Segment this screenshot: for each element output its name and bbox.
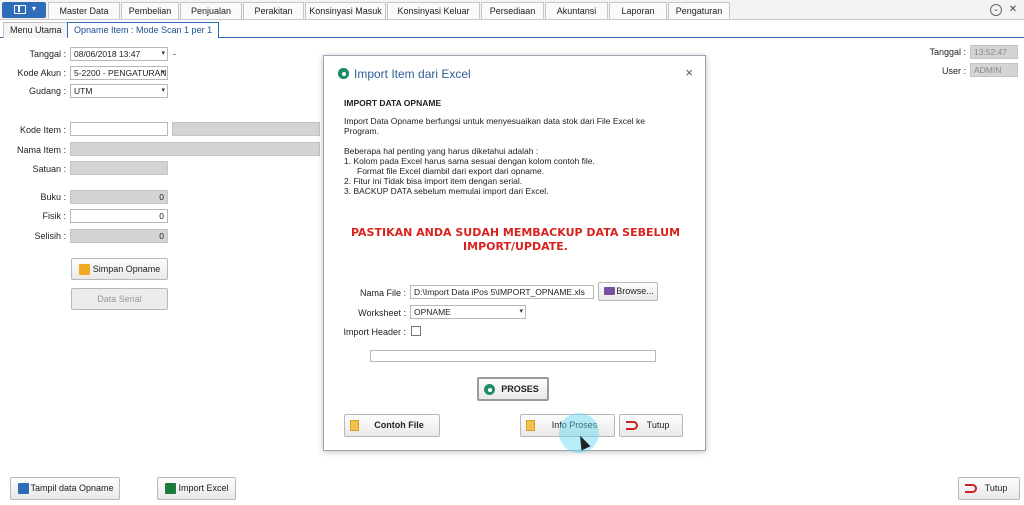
progress-bar (370, 350, 656, 362)
close-icon[interactable]: × (685, 65, 693, 80)
import-header-label: Import Header : (343, 327, 406, 337)
tanggal-value: 08/06/2018 13:47 (74, 49, 141, 59)
simpan-opname-button[interactable]: Simpan Opname (71, 258, 168, 280)
menu-penjualan[interactable]: Penjualan (180, 2, 242, 19)
excel-icon (165, 483, 176, 494)
tanggal-field[interactable]: 08/06/2018 13:47 ▾ (70, 47, 168, 61)
backup-warning: PASTIKAN ANDA SUDAH MEMBACKUP DATA SEBEL… (334, 226, 697, 254)
tutup-main-button[interactable]: Tutup (958, 477, 1020, 500)
folder-icon (604, 287, 615, 295)
dialog-note-2: 2. Fitur ini Tidak bisa import item deng… (344, 176, 523, 186)
kode-akun-value: 5-2200 - PENGATURAN (74, 68, 167, 78)
worksheet-select[interactable]: OPNAME ▾ (410, 305, 526, 319)
selisih-label: Selisih : (34, 231, 66, 241)
right-tanggal-value: 13:52:47 (970, 45, 1018, 59)
nama-item-field (70, 142, 320, 156)
fisik-input[interactable]: 0 (70, 209, 168, 223)
warning-line-2: IMPORT/UPDATE. (463, 240, 568, 253)
kode-item-input[interactable] (70, 122, 168, 136)
tab-strip: Menu Utama Opname Item : Mode Scan 1 per… (0, 21, 1024, 38)
contoh-file-button[interactable]: Contoh File (344, 414, 440, 437)
fisik-label: Fisik : (42, 211, 67, 221)
warning-line-1: PASTIKAN ANDA SUDAH MEMBACKUP DATA SEBEL… (350, 226, 681, 239)
tutup-dialog-button[interactable]: Tutup (619, 414, 683, 437)
document-icon (526, 420, 535, 431)
worksheet-value: OPNAME (414, 307, 451, 317)
chevron-down-icon: ▾ (161, 87, 165, 94)
dialog-note-3: 3. BACKUP DATA sebelum memulai import da… (344, 186, 549, 196)
kode-akun-label: Kode Akun : (17, 68, 66, 78)
tab-menu-utama[interactable]: Menu Utama (3, 22, 69, 38)
exit-icon (965, 484, 977, 493)
dialog-note-1b: Format file Excel diambil dari export da… (357, 166, 545, 176)
menu-pengaturan[interactable]: Pengaturan (668, 2, 730, 19)
tab-opname-item[interactable]: Opname Item : Mode Scan 1 per 1 (67, 22, 220, 38)
gudang-value: UTM (74, 86, 93, 96)
user-value: ADMIN (970, 63, 1018, 77)
menu-master-data[interactable]: Master Data (48, 2, 120, 19)
selisih-field: 0 (70, 229, 168, 243)
import-dialog: Import Item dari Excel × IMPORT DATA OPN… (323, 55, 706, 451)
simpan-opname-label: Simpan Opname (92, 264, 161, 274)
buku-field: 0 (70, 190, 168, 204)
tampil-data-label: Tampil data Opname (30, 483, 114, 493)
save-icon (79, 264, 90, 275)
tutup-dialog-label: Tutup (646, 420, 670, 430)
data-serial-button[interactable]: Data Serial (71, 288, 168, 310)
gudang-label: Gudang : (28, 86, 66, 96)
tampil-data-opname-button[interactable]: Tampil data Opname (10, 477, 120, 500)
close-app-icon[interactable]: ✕ (1007, 4, 1019, 16)
dialog-title: Import Item dari Excel (354, 67, 471, 81)
document-icon (350, 420, 359, 431)
satuan-label: Satuan : (32, 164, 66, 174)
chevron-down-icon: ▾ (161, 69, 165, 76)
dialog-desc-2: Program. (344, 126, 379, 136)
import-header-checkbox[interactable] (411, 326, 421, 336)
gudang-select[interactable]: UTM ▾ (70, 84, 168, 98)
buku-label: Buku : (40, 192, 66, 202)
menu-pembelian[interactable]: Pembelian (121, 2, 179, 19)
menu-perakitan[interactable]: Perakitan (243, 2, 304, 19)
chevron-down-icon: ▾ (519, 308, 523, 315)
dialog-heading: IMPORT DATA OPNAME (344, 98, 442, 108)
table-icon (18, 483, 29, 494)
collapse-icon[interactable]: ⌄ (990, 4, 1002, 16)
dialog-note-intro: Beberapa hal penting yang harus diketahu… (344, 146, 539, 156)
caret-down-icon: ▾ (32, 4, 37, 13)
dialog-note-1: 1. Kolom pada Excel harus sama sesuai de… (344, 156, 595, 166)
right-tanggal-label: Tanggal : (929, 47, 966, 57)
chevron-down-icon: ▾ (161, 50, 165, 57)
app-icon (14, 5, 26, 14)
browse-button[interactable]: Browse... (598, 282, 658, 301)
item-lookup-field (172, 122, 320, 136)
proses-button[interactable]: PROSES (477, 377, 549, 401)
tanggal-label: Tanggal : (29, 49, 66, 59)
user-label: User : (941, 66, 966, 76)
dialog-desc-1: Import Data Opname berfungsi untuk menye… (344, 116, 645, 126)
menu-akuntansi[interactable]: Akuntansi (545, 2, 608, 19)
menu-konsinyasi-keluar[interactable]: Konsinyasi Keluar (387, 2, 480, 19)
nama-file-label: Nama File : (359, 288, 406, 298)
menu-laporan[interactable]: Laporan (609, 2, 667, 19)
menu-konsinyasi-masuk[interactable]: Konsinyasi Masuk (305, 2, 386, 19)
import-excel-button[interactable]: Import Excel (157, 477, 236, 500)
contoh-file-label: Contoh File (374, 420, 424, 430)
main-menubar: ▾ Master Data Pembelian Penjualan Peraki… (0, 0, 1024, 20)
nama-file-input[interactable]: D:\Import Data iPos 5\IMPORT_OPNAME.xls (410, 285, 594, 299)
app-menu-button[interactable]: ▾ (2, 2, 46, 18)
tanggal-suffix: - (173, 49, 176, 59)
worksheet-label: Worksheet : (358, 308, 406, 318)
exit-icon (626, 421, 638, 430)
kode-item-label: Kode Item : (19, 125, 66, 135)
menu-persediaan[interactable]: Persediaan (481, 2, 544, 19)
nama-item-label: Nama Item : (16, 145, 66, 155)
gear-icon (484, 384, 495, 395)
kode-akun-select[interactable]: 5-2200 - PENGATURAN ▾ (70, 66, 168, 80)
satuan-field (70, 161, 168, 175)
gear-icon (338, 68, 349, 79)
